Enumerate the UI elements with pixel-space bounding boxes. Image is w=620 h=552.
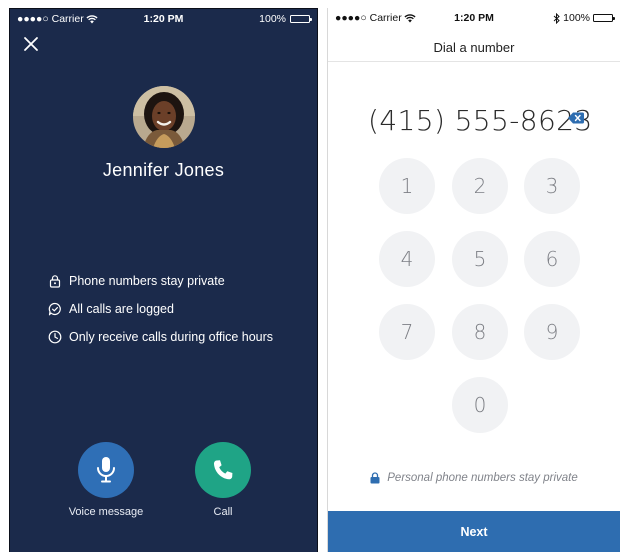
feature-list: Phone numbers stay private All calls are… [48,267,273,351]
title-divider [328,61,620,62]
page-title: Dial a number [433,40,515,55]
next-button[interactable]: Next [328,511,620,552]
keypad-key-7[interactable]: 7 [379,304,435,360]
voice-message-circle[interactable] [78,442,134,498]
keypad-key-6[interactable]: 6 [524,231,580,287]
contact-photo [133,86,195,148]
phone-icon [213,460,233,480]
contact-call-screen: ●●●●○ Carrier 1:20 PM 100% Jennifer Jone… [9,8,318,552]
avatar [133,86,195,148]
battery-indicator: 100% [259,13,312,25]
chat-check-icon [48,302,61,316]
feature-text: Phone numbers stay private [69,274,225,288]
battery-icon [290,15,312,23]
dialer-screen: ●●●●○ Carrier 1:20 PM 100% Dial a number… [327,8,620,552]
keypad-key-8[interactable]: 8 [452,304,508,360]
status-bar: ●●●●○ Carrier 1:20 PM 100% [328,8,620,28]
keypad-key-0[interactable]: 0 [452,377,508,433]
battery-icon [593,14,615,22]
keypad-key-1[interactable]: 1 [379,158,435,214]
contact-name: Jennifer Jones [102,160,225,180]
keypad-key-2[interactable]: 2 [452,158,508,214]
feature-item: Only receive calls during office hours [48,323,273,351]
call-button[interactable]: Call [178,442,268,518]
voice-message-button[interactable]: Voice message [61,442,151,518]
battery-percent: 100% [259,13,286,25]
microphone-icon [97,457,115,483]
backspace-icon[interactable] [568,112,584,124]
feature-item: Phone numbers stay private [48,267,273,295]
feature-item: All calls are logged [48,295,273,323]
call-circle[interactable] [195,442,251,498]
clock-icon [48,330,62,344]
battery-percent: 100% [563,12,590,24]
feature-text: Only receive calls during office hours [69,330,274,344]
feature-text: All calls are logged [69,302,174,316]
privacy-note-text: Personal phone numbers stay private [387,472,578,484]
phone-number-display: (415) 555-8623 [368,104,593,137]
close-icon[interactable] [22,35,40,53]
bluetooth-icon [553,12,560,24]
keypad-key-3[interactable]: 3 [524,158,580,214]
keypad-key-5[interactable]: 5 [452,231,508,287]
voice-message-label: Voice message [68,506,144,518]
status-bar: ●●●●○ Carrier 1:20 PM 100% [10,9,317,29]
battery-indicator: 100% [553,12,615,24]
privacy-note: Personal phone numbers stay private [328,472,620,484]
keypad-key-4[interactable]: 4 [379,231,435,287]
keypad-key-9[interactable]: 9 [524,304,580,360]
lock-icon [370,472,380,484]
lock-icon [49,275,61,288]
call-label: Call [213,506,233,518]
